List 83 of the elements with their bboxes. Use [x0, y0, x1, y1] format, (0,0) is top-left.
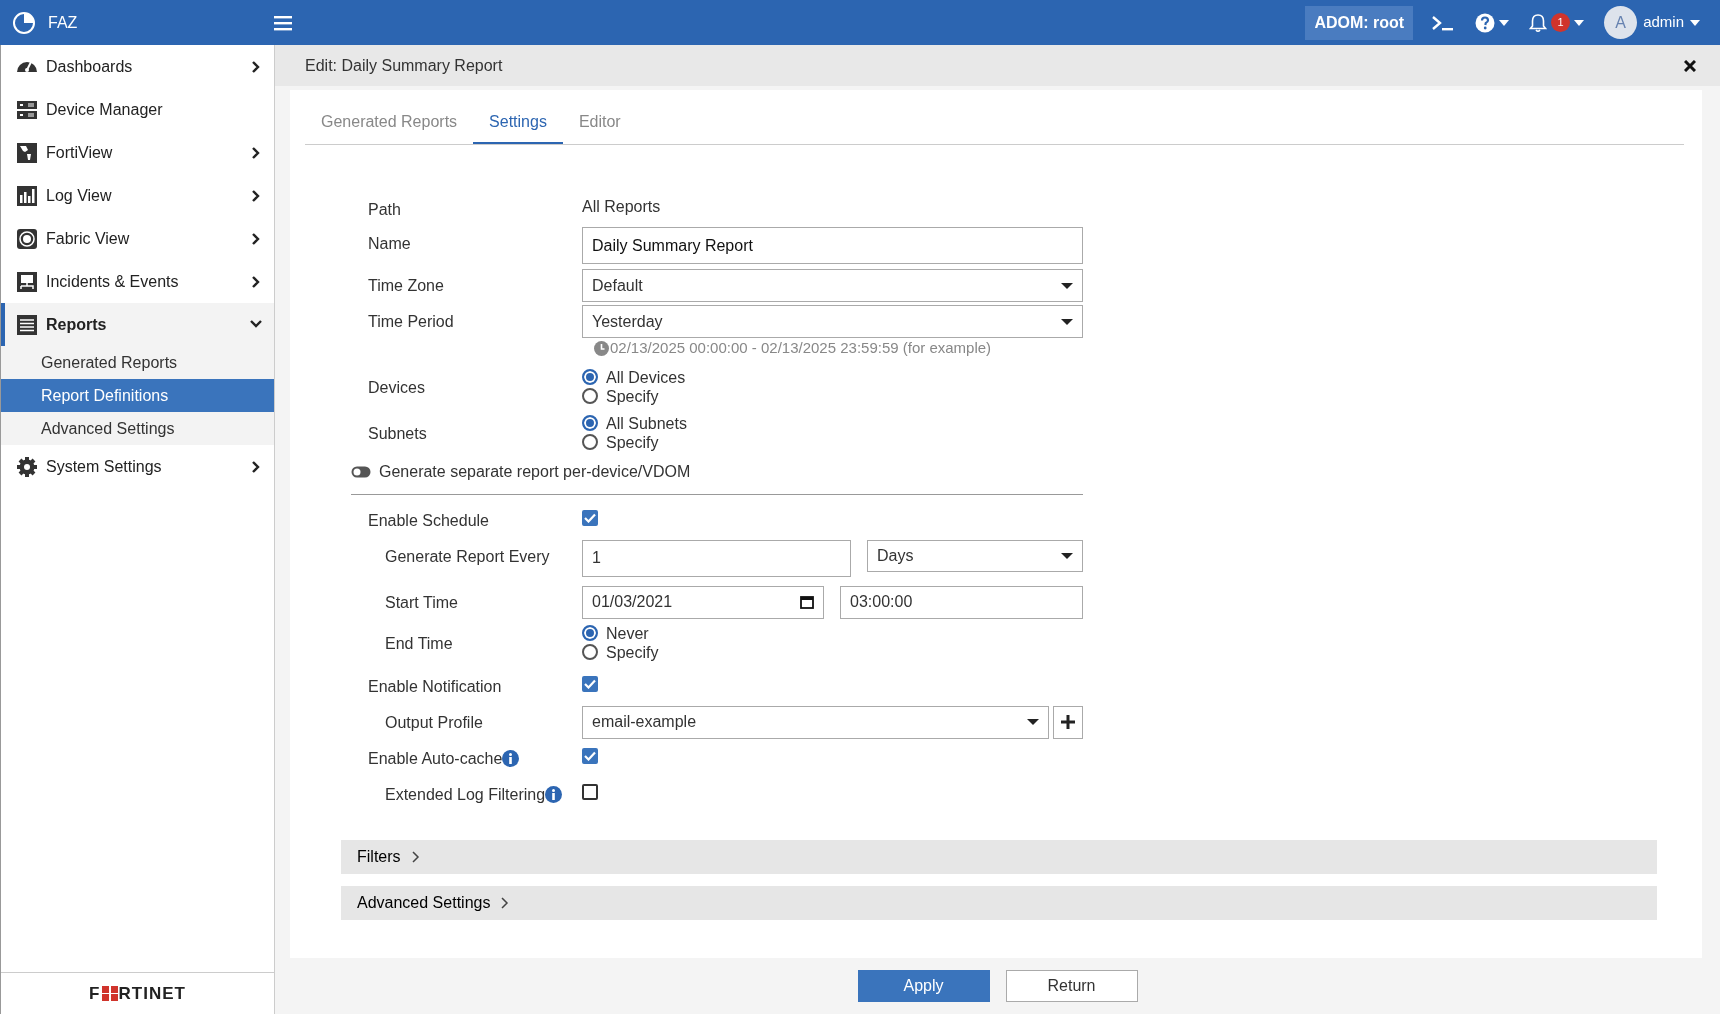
bell-icon[interactable]	[1529, 12, 1548, 33]
radio-option[interactable]: Specify	[582, 642, 659, 662]
dropdown[interactable]: email-example	[582, 705, 1049, 739]
section-header[interactable]: Filters	[341, 839, 1657, 874]
bar-chart-icon	[16, 184, 38, 207]
caret-icon	[1061, 318, 1073, 325]
sidebar-item[interactable]: System Settings	[1, 445, 274, 488]
dropdown[interactable]: Default	[582, 269, 1083, 302]
plus-icon	[1061, 715, 1075, 729]
checkbox[interactable]	[582, 509, 598, 526]
add-button[interactable]	[1053, 705, 1083, 739]
calendar-icon	[800, 595, 814, 609]
adom-label[interactable]: ADOM: root	[1305, 5, 1414, 40]
radio-option[interactable]: All Subnets	[582, 413, 687, 433]
tab[interactable]: Editor	[562, 102, 637, 144]
field-label: Generate Report Every	[385, 546, 550, 567]
sidebar-item[interactable]: Device Manager	[1, 88, 274, 131]
sidebar-subitem[interactable]: Advanced Settings	[1, 412, 274, 445]
sidebar-item[interactable]: Incidents & Events	[1, 260, 274, 303]
app-name: FAZ	[48, 12, 78, 33]
field-label: Subnets	[368, 423, 427, 444]
ring-icon	[16, 227, 38, 250]
sidebar-item[interactable]: Reports	[1, 303, 274, 346]
sidebar-item[interactable]: Dashboards	[1, 45, 274, 88]
tab[interactable]: Generated Reports	[305, 102, 474, 144]
caret-icon	[1061, 282, 1073, 289]
gear-icon	[16, 455, 38, 478]
sidebar-item[interactable]: Log View	[1, 174, 274, 217]
terminal-icon[interactable]	[1431, 13, 1456, 32]
fortinet-logo: F RTINET	[1, 972, 274, 1014]
section-header[interactable]: Advanced Settings	[341, 885, 1657, 920]
field-label: End Time	[385, 633, 453, 654]
time-input[interactable]: 03:00:00	[840, 585, 1083, 619]
logo-icon	[12, 10, 36, 35]
radio-option[interactable]: All Devices	[582, 367, 686, 387]
menu-icon[interactable]	[274, 14, 292, 31]
page-title: Edit: Daily Summary Report	[305, 55, 503, 76]
hint-text: 02/13/2025 00:00:00 - 02/13/2025 23:59:59 (for example)	[610, 338, 992, 358]
caret-icon[interactable]	[1499, 19, 1510, 26]
field-label: Devices	[368, 377, 425, 398]
notification-badge: 1	[1551, 13, 1571, 32]
checkbox[interactable]	[582, 675, 598, 692]
tab[interactable]: Settings	[473, 102, 563, 144]
sidebar-subitem[interactable]: Report Definitions	[1, 379, 274, 412]
help-icon[interactable]	[1475, 12, 1496, 33]
sidebar-item[interactable]: FortiView	[1, 131, 274, 174]
field-label: Enable Auto-cache	[368, 748, 503, 769]
toggle-switch[interactable]	[351, 465, 371, 478]
field-label: Enable Notification	[368, 676, 502, 697]
monitor-icon	[16, 270, 38, 293]
apply-button[interactable]: Apply	[857, 970, 990, 1002]
caret-icon[interactable]	[1690, 19, 1700, 26]
user-name[interactable]: admin	[1643, 11, 1684, 34]
field-label: Path	[368, 200, 401, 220]
field-label: Start Time	[385, 592, 458, 613]
field-label: Name	[368, 234, 411, 254]
radio-option[interactable]: Specify	[582, 432, 687, 452]
field-label: Enable Schedule	[368, 510, 489, 531]
date-input[interactable]: 01/03/2021	[582, 585, 824, 619]
dropdown[interactable]: Yesterday	[582, 305, 1083, 338]
close-icon[interactable]	[1684, 59, 1696, 72]
radio-option[interactable]: Never	[582, 623, 659, 643]
field-label: Output Profile	[385, 712, 483, 733]
field-label: Extended Log Filtering	[385, 784, 546, 805]
caret-icon	[1061, 552, 1073, 559]
toggle-label: Generate separate report per-device/VDOM	[379, 461, 691, 482]
return-button[interactable]: Return	[1005, 970, 1138, 1002]
field-label: Time Zone	[368, 276, 444, 296]
caret-icon[interactable]	[1574, 19, 1585, 26]
name-input[interactable]: Daily Summary Report	[582, 227, 1083, 264]
clock-icon	[594, 340, 609, 356]
checkbox[interactable]	[582, 747, 598, 764]
checkbox[interactable]	[582, 783, 598, 800]
field-label: Time Period	[368, 312, 454, 332]
radio-option[interactable]: Specify	[582, 386, 686, 406]
sidebar-subitem[interactable]: Generated Reports	[1, 346, 274, 379]
field-value: All Reports	[582, 197, 661, 217]
dropdown[interactable]: Days	[867, 539, 1083, 572]
caret-icon	[1027, 719, 1039, 725]
number-input[interactable]: 1	[582, 539, 851, 577]
sidebar-item[interactable]: Fabric View	[1, 217, 274, 260]
list-icon	[16, 313, 38, 336]
server-icon	[16, 98, 38, 121]
